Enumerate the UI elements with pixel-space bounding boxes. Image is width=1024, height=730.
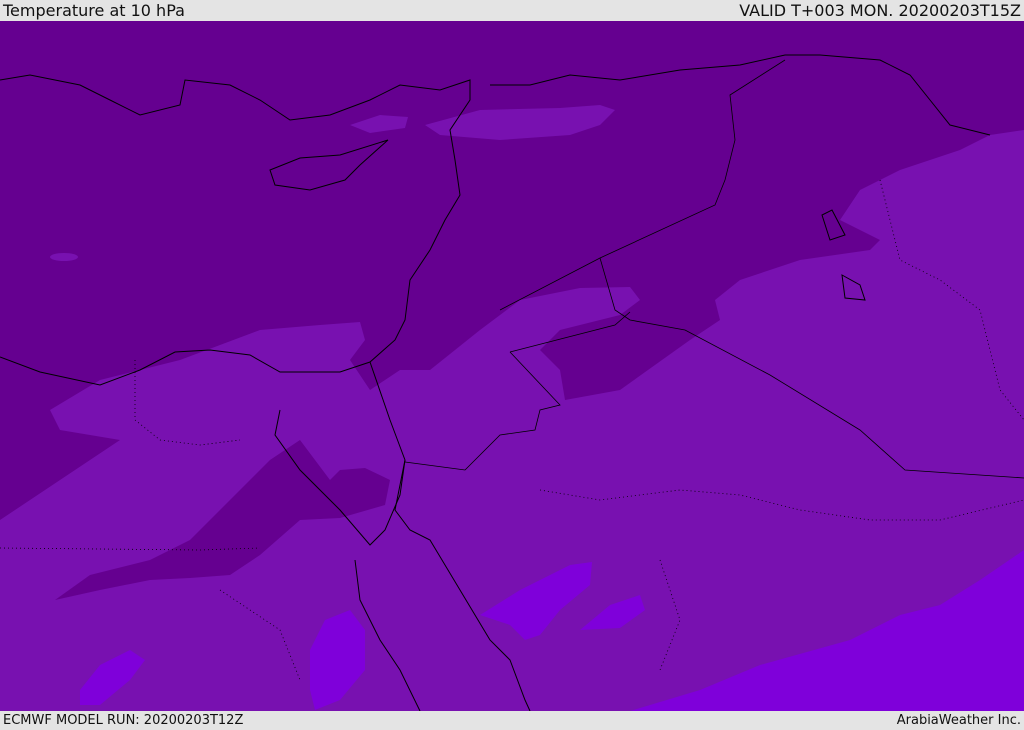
header-bar: Temperature at 10 hPa VALID T+003 MON. 2… <box>0 0 1024 21</box>
valid-time: VALID T+003 MON. 20200203T15Z <box>739 1 1021 20</box>
credit: ArabiaWeather Inc. <box>896 713 1021 728</box>
model-run: ECMWF MODEL RUN: 20200203T12Z <box>3 713 244 728</box>
temperature-map <box>0 21 1024 711</box>
map-title: Temperature at 10 hPa <box>3 1 185 20</box>
band-mid-west <box>50 253 78 261</box>
footer-bar: ECMWF MODEL RUN: 20200203T12Z ArabiaWeat… <box>0 711 1024 729</box>
